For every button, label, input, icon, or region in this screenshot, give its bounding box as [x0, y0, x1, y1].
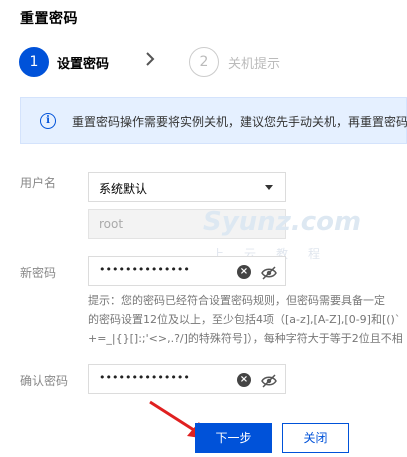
step-1-indicator: 1 — [19, 47, 49, 77]
info-icon: i — [40, 113, 56, 129]
step-2-label: 关机提示 — [228, 57, 281, 72]
stepper: 1 设置密码 2 关机提示 — [16, 47, 407, 79]
username-readonly-value: root — [99, 217, 124, 231]
eye-off-icon[interactable] — [261, 373, 277, 388]
confirm-password-value: •••••••••••••• — [99, 371, 190, 384]
hint-line: 提示：您的密码已经符合设置密码规则，但密码需要具备一定 — [88, 294, 385, 307]
new-password-input[interactable]: •••••••••••••• × — [88, 256, 286, 286]
clear-icon[interactable]: × — [237, 373, 251, 387]
confirm-password-label: 确认密码 — [20, 374, 69, 388]
eye-off-icon[interactable] — [261, 265, 277, 280]
hint-line: +=_|{}[]:;'<>,.?/]的特殊符号]），每种字符大于等于2位且不相 — [88, 332, 403, 345]
step-1-label: 设置密码 — [57, 57, 110, 72]
confirm-password-input[interactable]: •••••••••••••• × — [88, 364, 286, 394]
clear-icon[interactable]: × — [237, 265, 251, 279]
close-button[interactable]: 关闭 — [282, 423, 349, 453]
username-readonly-field: root — [88, 209, 286, 239]
username-label: 用户名 — [20, 176, 57, 190]
new-password-label: 新密码 — [20, 266, 57, 280]
caret-down-icon — [265, 185, 273, 190]
chevron-right-icon — [144, 51, 156, 71]
new-password-value: •••••••••••••• — [99, 263, 190, 276]
username-select-value: 系统默认 — [99, 182, 148, 196]
username-select[interactable]: 系统默认 — [88, 172, 286, 202]
password-hint: 提示：您的密码已经符合设置密码规则，但密码需要具备一定 的密码设置12位及以上，… — [88, 291, 407, 348]
step-2-indicator: 2 — [189, 47, 219, 77]
next-step-button[interactable]: 下一步 — [195, 423, 272, 453]
hint-line: 的密码设置12位及以上，至少包括4项（[a-z],[A-Z],[0-9]和[()… — [88, 313, 401, 326]
notice-text: 重置密码操作需要将实例关机，建议您先手动关机，再重置密码 — [72, 115, 407, 129]
notice-banner: i 重置密码操作需要将实例关机，建议您先手动关机，再重置密码 — [20, 97, 407, 144]
dialog-title: 重置密码 — [20, 11, 78, 27]
